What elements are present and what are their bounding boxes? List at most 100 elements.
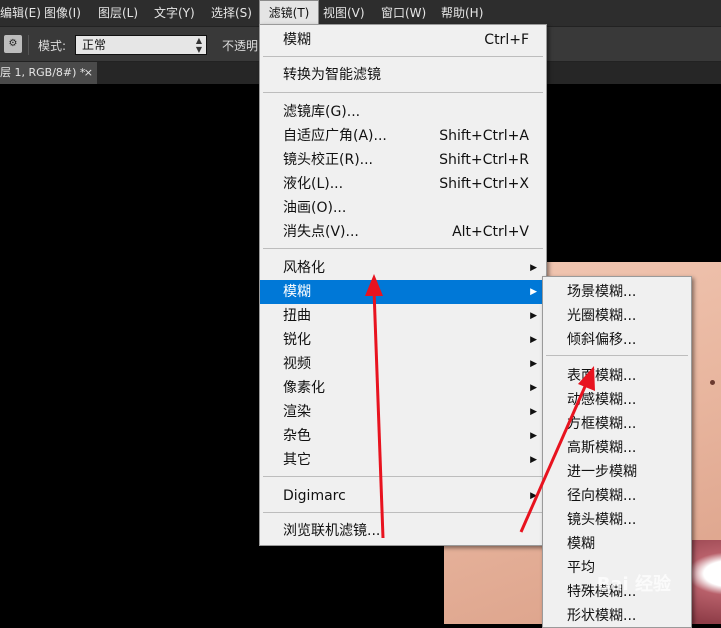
submenu-arrow-icon: ▶ [530, 287, 537, 297]
item-label: 倾斜偏移... [567, 332, 637, 348]
item-label: 视频 [283, 356, 311, 372]
item-label: 杂色 [283, 428, 311, 444]
item-label: 方框模糊... [567, 416, 637, 432]
menu-item-vanishing-point[interactable]: 消失点(V)... Alt+Ctrl+V [260, 220, 546, 244]
menu-layer[interactable]: 图层(L) [98, 0, 138, 26]
item-label: 场景模糊... [567, 284, 637, 300]
submenu-arrow-icon: ▶ [530, 431, 537, 441]
submenu-arrow-icon: ▶ [530, 383, 537, 393]
item-label: 模糊 [283, 32, 311, 48]
filter-menu: 模糊 Ctrl+F 转换为智能滤镜 滤镜库(G)... 自适应广角(A)... … [259, 24, 547, 546]
opacity-label: 不透明 [222, 39, 259, 53]
item-label: Digimarc [283, 488, 346, 504]
item-label: 锐化 [283, 332, 311, 348]
submenu-arrow-icon: ▶ [530, 455, 537, 465]
menu-item-video[interactable]: 视频 ▶ [260, 352, 546, 376]
item-label: 消失点(V)... [283, 224, 359, 240]
item-shortcut: Alt+Ctrl+V [452, 224, 529, 240]
document-tab-title: 层 1, RGB/8#) * [0, 66, 86, 79]
item-label: 转换为智能滤镜 [283, 67, 381, 83]
menu-help[interactable]: 帮助(H) [441, 0, 483, 26]
item-label: 油画(O)... [283, 200, 347, 216]
item-label: 光圈模糊... [567, 308, 637, 324]
menu-item-lens-correction[interactable]: 镜头校正(R)... Shift+Ctrl+R [260, 148, 546, 172]
item-label: 镜头模糊... [567, 512, 637, 528]
watermark: Bai 经验 [596, 574, 671, 595]
close-icon[interactable]: × [84, 62, 93, 84]
item-label: 风格化 [283, 260, 325, 276]
menu-item-lens-blur[interactable]: 镜头模糊... [543, 508, 691, 532]
menu-select[interactable]: 选择(S) [211, 0, 252, 26]
menu-item-pixelate[interactable]: 像素化 ▶ [260, 376, 546, 400]
menu-item-sharpen[interactable]: 锐化 ▶ [260, 328, 546, 352]
document-tab[interactable]: 层 1, RGB/8#) * × [0, 62, 97, 84]
item-label: 自适应广角(A)... [283, 128, 387, 144]
menu-divider [263, 512, 543, 513]
tool-preset-icon[interactable]: ⚙ [4, 35, 22, 53]
menu-item-noise[interactable]: 杂色 ▶ [260, 424, 546, 448]
menu-divider [263, 92, 543, 93]
submenu-arrow-icon: ▶ [530, 263, 537, 273]
menu-filter[interactable]: 滤镜(T) [259, 0, 319, 26]
menu-type[interactable]: 文字(Y) [154, 0, 195, 26]
item-label: 液化(L)... [283, 176, 344, 192]
item-shortcut: Ctrl+F [484, 32, 529, 48]
menu-item-stylize[interactable]: 风格化 ▶ [260, 256, 546, 280]
menu-item-digimarc[interactable]: Digimarc ▶ [260, 484, 546, 508]
menu-item-convert-smart-filter[interactable]: 转换为智能滤镜 [260, 63, 546, 87]
mode-label: 模式: [38, 39, 67, 53]
divider [28, 35, 29, 55]
menu-item-filter-gallery[interactable]: 滤镜库(G)... [260, 100, 546, 124]
menu-item-motion-blur[interactable]: 动感模糊... [543, 388, 691, 412]
menu-item-liquify[interactable]: 液化(L)... Shift+Ctrl+X [260, 172, 546, 196]
item-label: 形状模糊... [567, 608, 637, 624]
submenu-arrow-icon: ▶ [530, 311, 537, 321]
menu-item-browse-online-filters[interactable]: 浏览联机滤镜... [260, 519, 546, 543]
menu-item-blur-more[interactable]: 进一步模糊 [543, 460, 691, 484]
item-label: 模糊 [567, 536, 595, 552]
photo-mole [710, 380, 715, 385]
menu-item-blur-simple[interactable]: 模糊 [543, 532, 691, 556]
menu-divider [546, 355, 688, 356]
item-label: 渲染 [283, 404, 311, 420]
menu-item-shape-blur[interactable]: 形状模糊... [543, 604, 691, 628]
item-label: 动感模糊... [567, 392, 637, 408]
submenu-arrow-icon: ▶ [530, 359, 537, 369]
item-label: 表面模糊... [567, 368, 637, 384]
menu-edit[interactable]: 编辑(E) [0, 0, 41, 26]
menu-item-oil-paint[interactable]: 油画(O)... [260, 196, 546, 220]
item-label: 浏览联机滤镜... [283, 523, 381, 539]
menu-divider [263, 476, 543, 477]
menu-item-blur[interactable]: 模糊 ▶ [260, 280, 546, 304]
menu-divider [263, 56, 543, 57]
item-label: 高斯模糊... [567, 440, 637, 456]
menu-item-iris-blur[interactable]: 光圈模糊... [543, 304, 691, 328]
select-arrows-icon: ▲ ▼ [195, 36, 202, 54]
menu-window[interactable]: 窗口(W) [381, 0, 426, 26]
menu-image[interactable]: 图像(I) [44, 0, 81, 26]
menubar: 编辑(E) 图像(I) 图层(L) 文字(Y) 选择(S) 滤镜(T) 视图(V… [0, 0, 721, 26]
menu-divider [263, 248, 543, 249]
item-label: 镜头校正(R)... [283, 152, 374, 168]
menu-item-distort[interactable]: 扭曲 ▶ [260, 304, 546, 328]
menu-item-box-blur[interactable]: 方框模糊... [543, 412, 691, 436]
item-label: 平均 [567, 560, 595, 576]
menu-item-last-filter[interactable]: 模糊 Ctrl+F [260, 28, 546, 52]
mode-select[interactable]: 正常 ▲ ▼ [75, 35, 207, 55]
item-label: 模糊 [283, 284, 311, 300]
item-shortcut: Shift+Ctrl+R [439, 152, 529, 168]
menu-view[interactable]: 视图(V) [323, 0, 365, 26]
submenu-arrow-icon: ▶ [530, 491, 537, 501]
item-label: 像素化 [283, 380, 325, 396]
menu-item-adaptive-wide-angle[interactable]: 自适应广角(A)... Shift+Ctrl+A [260, 124, 546, 148]
item-label: 其它 [283, 452, 311, 468]
menu-item-gaussian-blur[interactable]: 高斯模糊... [543, 436, 691, 460]
menu-item-field-blur[interactable]: 场景模糊... [543, 280, 691, 304]
submenu-arrow-icon: ▶ [530, 407, 537, 417]
menu-item-render[interactable]: 渲染 ▶ [260, 400, 546, 424]
item-label: 进一步模糊 [567, 464, 637, 480]
menu-item-tilt-shift[interactable]: 倾斜偏移... [543, 328, 691, 352]
menu-item-other[interactable]: 其它 ▶ [260, 448, 546, 472]
menu-item-radial-blur[interactable]: 径向模糊... [543, 484, 691, 508]
menu-item-surface-blur[interactable]: 表面模糊... [543, 364, 691, 388]
